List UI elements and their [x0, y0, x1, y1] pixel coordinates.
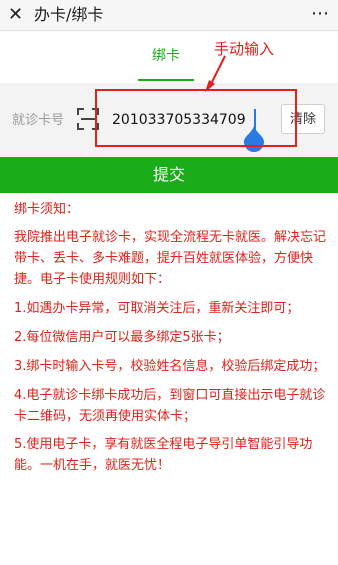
page-title: 办卡/绑卡: [34, 5, 104, 24]
card-number-label: 就诊卡号: [12, 113, 65, 128]
more-options-icon[interactable]: ⋯: [311, 2, 330, 26]
tab-bar: 绑卡: [0, 31, 338, 83]
notice-rule-4: 4.电子就诊卡绑卡成功后，到窗口可直接出示电子就诊卡二维码，无须再使用实体卡；: [14, 388, 326, 424]
notice-panel: 绑卡须知： 我院推出电子就诊卡，实现全流程无卡就医。解决忘记带卡、丢卡、多卡难题…: [0, 193, 338, 565]
close-icon[interactable]: ✕: [8, 3, 23, 27]
notice-rule-3: 3.绑卡时输入卡号，校验姓名信息，校验后绑定成功；: [14, 359, 326, 374]
notice-title: 绑卡须知：: [14, 202, 80, 217]
title-bar: ✕ 办卡/绑卡 ⋯: [0, 0, 338, 31]
notice-rule-2: 2.每位微信用户可以最多绑定5张卡；: [14, 330, 230, 345]
notice-rule-5: 5.使用电子卡，享有就医全程电子导引单智能引导功能。一机在手，就医无忧！: [14, 437, 313, 473]
notice-rule-1: 1.如遇办卡异常，可取消关注后，重新关注即可；: [14, 301, 300, 316]
annotation-arrow: [205, 55, 226, 92]
submit-button[interactable]: 提交: [0, 157, 338, 193]
tab-bind-card[interactable]: 绑卡: [116, 31, 216, 81]
annotation-highlight-box: [95, 89, 297, 147]
notice-intro: 我院推出电子就诊卡，实现全流程无卡就医。解决忘记带卡、丢卡、多卡难题，提升百姓就…: [14, 230, 327, 287]
tab-active-indicator: [138, 79, 194, 81]
